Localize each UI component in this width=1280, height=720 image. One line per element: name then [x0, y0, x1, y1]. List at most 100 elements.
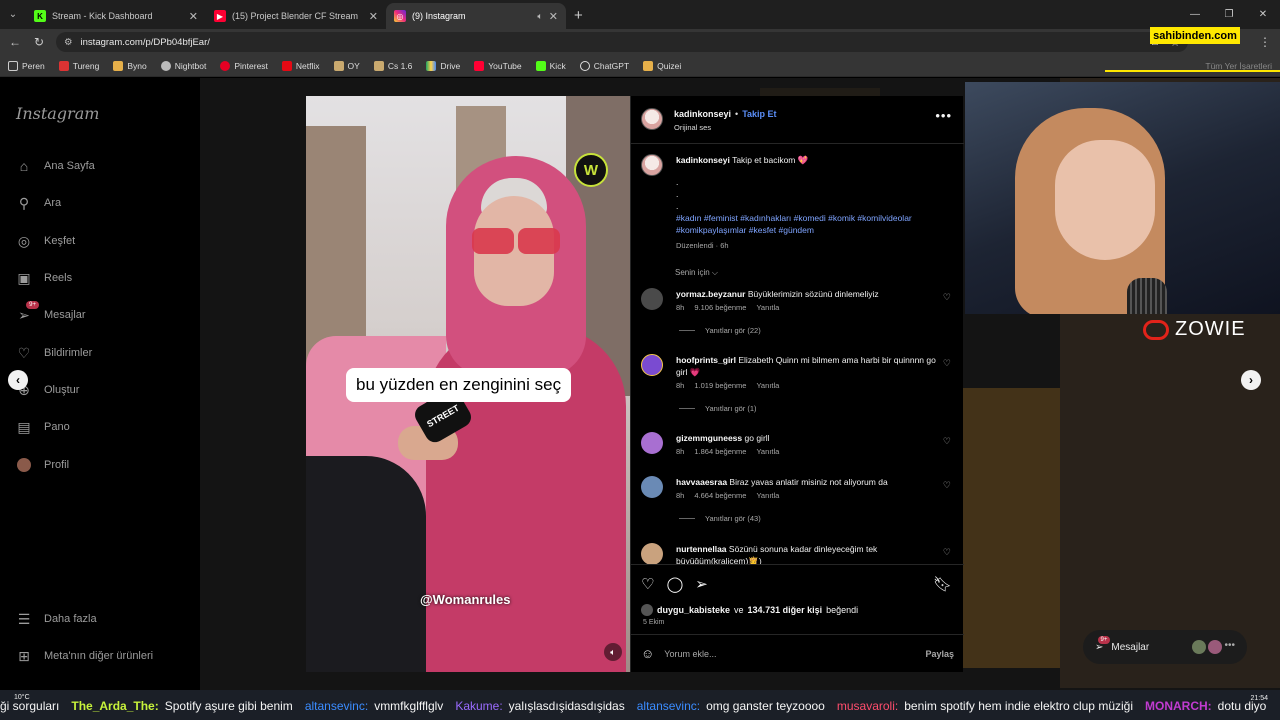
bookmark-item[interactable]: Cs 1.6: [373, 60, 412, 71]
avatar[interactable]: [641, 354, 663, 376]
comment-username[interactable]: nurtennellaa: [676, 544, 727, 554]
reply-button[interactable]: Yanıtla: [756, 381, 779, 390]
bookmark-icon[interactable]: 🔖︎: [933, 575, 952, 593]
bookmark-item[interactable]: Drive: [426, 60, 460, 71]
post-username[interactable]: kadinkonseyi: [674, 109, 731, 119]
close-window-button[interactable]: ✕: [1246, 9, 1280, 20]
all-bookmarks[interactable]: Tüm Yer İşaretleri: [1205, 61, 1272, 71]
comment-likes[interactable]: 4.664 beğenme: [694, 491, 746, 500]
tab-youtube[interactable]: ▶ (15) Project Blender CF Stream ✕: [206, 3, 386, 29]
for-you-dropdown[interactable]: Senin için ⌵: [675, 268, 718, 278]
bookmark-item[interactable]: OY: [333, 60, 360, 71]
avatar[interactable]: [641, 288, 663, 310]
microphone: [1127, 278, 1167, 314]
view-replies-button[interactable]: Yanıtları gör (22): [679, 326, 761, 335]
site-info-icon[interactable]: ⚙: [64, 37, 73, 48]
sidebar-item-search[interactable]: ⚲ Ara: [16, 195, 61, 211]
back-icon[interactable]: ←: [8, 35, 22, 49]
reload-icon[interactable]: ↻: [32, 35, 46, 49]
post-comment-button[interactable]: Paylaş: [925, 649, 954, 659]
avatar[interactable]: [641, 108, 663, 130]
liked-others[interactable]: 134.731 diğer kişi: [748, 605, 823, 615]
view-replies-button[interactable]: Yanıtları gör (43): [679, 514, 761, 523]
avatar[interactable]: [641, 543, 663, 564]
like-comment-icon[interactable]: ♡: [943, 358, 951, 369]
share-icon[interactable]: ➢: [695, 575, 708, 593]
chat-username: MONARCH:: [1145, 699, 1212, 713]
new-tab-button[interactable]: +: [566, 7, 591, 29]
instagram-logo[interactable]: Instagram: [16, 104, 99, 123]
reply-button[interactable]: Yanıtla: [756, 303, 779, 312]
bookmark-item[interactable]: Byno: [113, 60, 147, 71]
sahibinden-overlay: sahibinden.com: [1150, 27, 1240, 44]
audio-label[interactable]: Orijinal ses: [674, 123, 711, 132]
comment-icon[interactable]: ◯: [666, 575, 683, 593]
avatar[interactable]: [641, 476, 663, 498]
sidebar-item-home[interactable]: ⌂ Ana Sayfa: [16, 158, 95, 174]
sidebar-item-messages[interactable]: ➢ 9+ Mesajlar: [16, 301, 86, 323]
liked-by-user[interactable]: duygu_kabisteke: [657, 605, 730, 615]
minimize-button[interactable]: —: [1178, 9, 1212, 20]
volume-icon[interactable]: 🔈︎: [604, 643, 622, 661]
reply-button[interactable]: Yanıtla: [756, 447, 779, 456]
like-comment-icon[interactable]: ♡: [943, 480, 951, 491]
url-text: instagram.com/p/DPb04bfjEar/: [80, 36, 210, 48]
caption-username[interactable]: kadinkonseyi: [676, 155, 730, 165]
like-comment-icon[interactable]: ♡: [943, 436, 951, 447]
messages-pill[interactable]: ➢ 9+ Mesajlar •••: [1083, 630, 1247, 664]
tab-search-icon[interactable]: ⌄: [0, 0, 26, 29]
sidebar-item-profile[interactable]: Profil: [16, 457, 69, 473]
bookmark-item[interactable]: Kick: [535, 60, 566, 71]
tab-kick[interactable]: K Stream - Kick Dashboard ✕: [26, 3, 206, 29]
sidebar-item-reels[interactable]: ▣ Reels: [16, 270, 72, 286]
next-post-button[interactable]: ›: [1241, 370, 1261, 390]
previous-post-button[interactable]: ‹: [8, 370, 28, 390]
bookmark-item[interactable]: ChatGPT: [579, 60, 629, 71]
comment-input[interactable]: Yorum ekle...: [664, 649, 915, 659]
bookmark-item[interactable]: YouTube: [474, 60, 522, 71]
avatar[interactable]: [641, 154, 663, 176]
bookmark-item[interactable]: Peren: [8, 60, 45, 71]
bookmark-item[interactable]: Pinterest: [220, 60, 268, 71]
weather-widget[interactable]: 10°C: [14, 694, 30, 701]
comment-username[interactable]: hoofprints_girl: [676, 355, 736, 365]
reel-video[interactable]: STREET W bu yüzden en zenginini seç @Wom…: [306, 96, 630, 672]
close-icon[interactable]: ✕: [369, 10, 378, 23]
maximize-button[interactable]: ❐: [1212, 9, 1246, 20]
comment-username[interactable]: yormaz.beyzanur: [676, 289, 745, 299]
more-options-icon[interactable]: •••: [935, 108, 952, 123]
like-comment-icon[interactable]: ♡: [943, 292, 951, 303]
bookmark-item[interactable]: Netflix: [281, 60, 320, 71]
speaker-icon[interactable]: 🔈︎: [537, 11, 542, 22]
comment-likes[interactable]: 1.019 beğenme: [694, 381, 746, 390]
chevron-down-icon: ⌵: [711, 268, 718, 277]
view-replies-button[interactable]: Yanıtları gör (1): [679, 404, 757, 413]
hashtags[interactable]: #kadın #feminist #kadınhakları #komedi #…: [676, 212, 946, 236]
chat-username: The_Arda_The:: [71, 699, 159, 713]
sidebar-item-meta[interactable]: ⊞ Meta'nın diğer ürünleri: [16, 648, 153, 664]
like-comment-icon[interactable]: ♡: [943, 547, 951, 558]
taskbar-clock[interactable]: 21:54: [1250, 694, 1268, 703]
comment-likes[interactable]: 1.864 beğenme: [694, 447, 746, 456]
follow-button[interactable]: Takip Et: [742, 109, 776, 119]
comments-list[interactable]: kadinkonseyi Takip et bacikom 💖 . . . #k…: [631, 144, 964, 564]
address-bar[interactable]: ⚙ instagram.com/p/DPb04bfjEar/ ⧉ ☆: [56, 32, 1188, 52]
avatar[interactable]: [641, 432, 663, 454]
bookmark-item[interactable]: Nightbot: [160, 60, 206, 71]
emoji-icon[interactable]: ☺: [641, 646, 654, 661]
like-icon[interactable]: ♡: [641, 575, 654, 593]
comment-username[interactable]: havvaaesraa: [676, 477, 727, 487]
bookmark-item[interactable]: Tureng: [58, 60, 99, 71]
reply-button[interactable]: Yanıtla: [756, 491, 779, 500]
tab-instagram[interactable]: ◎ (9) Instagram 🔈︎ ✕: [386, 3, 566, 29]
close-icon[interactable]: ✕: [189, 10, 198, 23]
menu-icon[interactable]: ⋮: [1258, 35, 1272, 49]
bookmark-item[interactable]: Quizei: [643, 60, 681, 71]
close-icon[interactable]: ✕: [549, 10, 558, 23]
comment-likes[interactable]: 9.106 beğenme: [694, 303, 746, 312]
sidebar-item-more[interactable]: ☰ Daha fazla: [16, 611, 97, 627]
sidebar-item-dashboard[interactable]: ▤ Pano: [16, 419, 69, 435]
comment-username[interactable]: gizemmguneess: [676, 433, 742, 443]
sidebar-item-explore[interactable]: ◎ Keşfet: [16, 233, 75, 249]
sidebar-item-notifications[interactable]: ♡ Bildirimler: [16, 345, 93, 361]
